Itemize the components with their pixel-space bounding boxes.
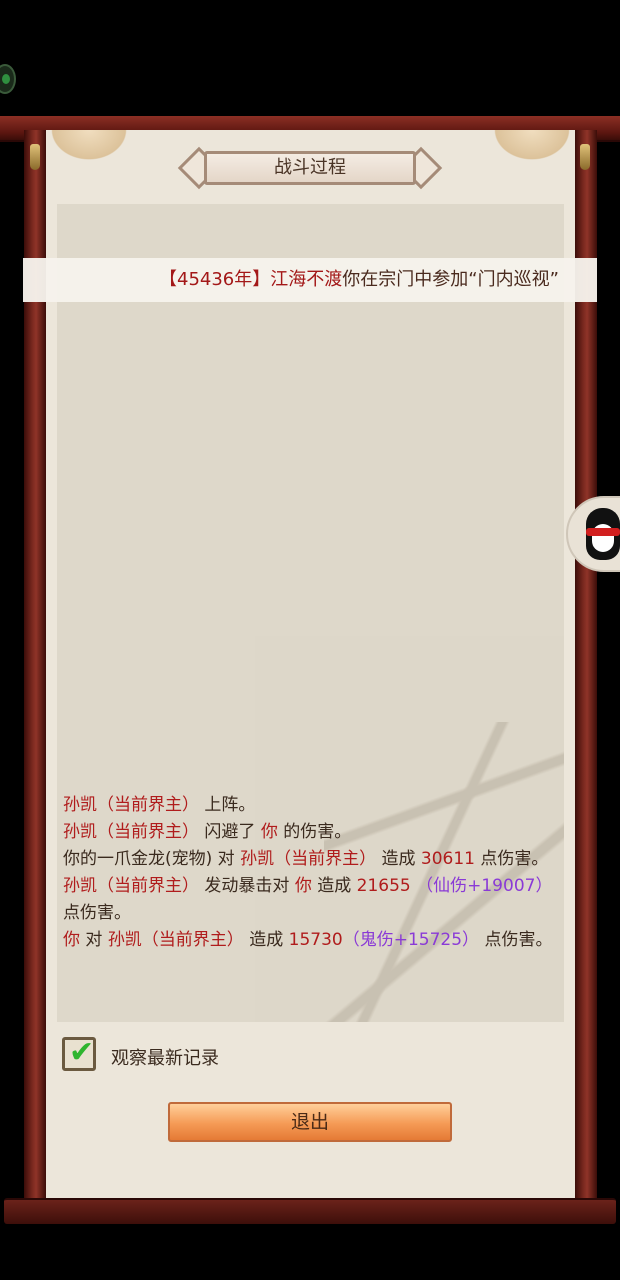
notification-banner: 【45436年】江海不渡你在宗门中参加“门内巡视” <box>23 258 597 302</box>
banner-message: 你在宗门中参加“门内巡视” <box>342 269 559 290</box>
banner-bracket-close: 】 <box>252 269 271 290</box>
log-segment: （仙伤+19007） <box>410 876 553 896</box>
log-segment: 对 <box>212 849 241 869</box>
battle-log: 孙凯（当前界主） 上阵。 孙凯（当前界主） 闪避了 你 的伤害。 你的一爪金龙(宠物… <box>63 792 553 954</box>
log-segment: 21655 <box>356 876 411 896</box>
log-segment: 对 <box>80 930 108 950</box>
watch-latest-label[interactable]: 观察最新记录 <box>111 1044 219 1070</box>
title-plaque: 战斗过程 <box>177 146 443 190</box>
banner-bracket-open: 【 <box>159 269 177 290</box>
scroll-bottom-rod <box>4 1198 616 1224</box>
log-segment: 你的一爪金龙(宠物) <box>63 849 213 869</box>
log-segment: 发动暴击对 <box>199 876 295 896</box>
log-segment: 30611 <box>420 849 475 869</box>
check-icon: ✔ <box>69 1035 95 1070</box>
log-segment: 造成 <box>311 876 357 896</box>
log-segment: 的伤害。 <box>277 822 352 842</box>
log-segment: 点伤害。 <box>63 903 131 923</box>
bell-icon <box>30 144 40 170</box>
log-segment: 你 <box>260 822 278 842</box>
log-segment: 造成 <box>243 930 289 950</box>
log-segment: 点伤害。 <box>479 930 553 950</box>
log-segment: 造成 <box>376 849 421 869</box>
banner-year: 45436年 <box>177 269 253 290</box>
log-segment: 闪避了 <box>199 822 261 842</box>
log-segment: 你 <box>294 876 312 896</box>
corner-app-icon[interactable] <box>0 64 16 94</box>
log-segment: 孙凯（当前界主） <box>240 849 377 869</box>
penguin-scarf <box>586 528 620 536</box>
log-line: 孙凯（当前界主） 闪避了 你 的伤害。 <box>63 819 553 846</box>
banner-player-name: 江海不渡 <box>270 269 343 290</box>
log-line: 你 对 孙凯（当前界主） 造成 15730（鬼伤+15725） 点伤害。 <box>63 927 553 954</box>
log-line: 孙凯（当前界主） 发动暴击对 你 造成 21655 （仙伤+19007） 点伤害。 <box>63 873 553 927</box>
log-segment: 你 <box>63 930 80 950</box>
log-segment: 点伤害。 <box>474 849 549 869</box>
log-segment: 15730 <box>288 930 343 950</box>
exit-button[interactable]: 退出 <box>168 1102 452 1142</box>
log-segment: 上阵。 <box>199 795 256 815</box>
log-line: 孙凯（当前界主） 上阵。 <box>63 792 553 819</box>
log-segment: 孙凯（当前界主） <box>63 822 199 842</box>
log-segment: 孙凯（当前界主） <box>63 876 199 896</box>
log-line: 你的一爪金龙(宠物) 对 孙凯（当前界主） 造成 30611 点伤害。 <box>63 846 553 873</box>
log-segment: （鬼伤+15725） <box>342 930 480 950</box>
log-segment: 孙凯（当前界主） <box>107 930 244 950</box>
log-segment: 孙凯（当前界主） <box>63 795 199 815</box>
page-title: 战斗过程 <box>204 151 416 185</box>
bell-icon <box>580 144 590 170</box>
banner-text: 【45436年】江海不渡你在宗门中参加“门内巡视” <box>159 258 559 302</box>
watch-latest-checkbox[interactable]: ✔ <box>62 1035 96 1071</box>
